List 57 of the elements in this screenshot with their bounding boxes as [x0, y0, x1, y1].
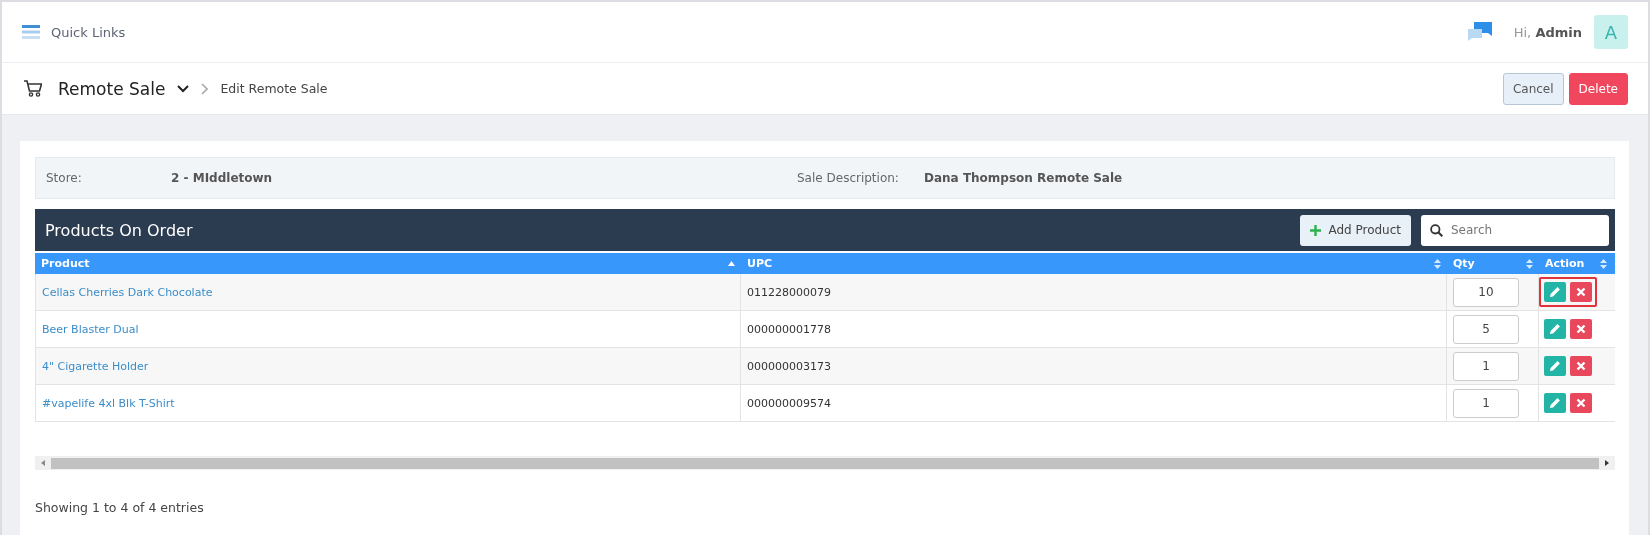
- cart-icon: [24, 80, 42, 97]
- user-avatar[interactable]: A: [1594, 15, 1628, 49]
- edit-button[interactable]: [1544, 282, 1566, 302]
- delete-button[interactable]: Delete: [1568, 72, 1628, 105]
- panel-title: Products On Order: [45, 220, 193, 240]
- quantity-field[interactable]: 10: [1453, 277, 1519, 307]
- product-link[interactable]: Cellas Cherries Dark Chocolate: [42, 285, 213, 299]
- table-cell: 000000009574: [747, 396, 831, 410]
- remove-button[interactable]: [1570, 356, 1592, 376]
- quantity-field[interactable]: 1: [1453, 388, 1519, 418]
- quantity-field[interactable]: 5: [1453, 314, 1519, 344]
- edit-button[interactable]: [1544, 356, 1566, 376]
- close-icon: [1576, 324, 1586, 334]
- chevron-right-icon: [201, 82, 209, 95]
- close-icon: [1576, 398, 1586, 408]
- horizontal-scrollbar[interactable]: [35, 456, 1615, 470]
- column-header[interactable]: Qty: [1447, 253, 1539, 274]
- pencil-icon: [1549, 286, 1561, 298]
- remove-button[interactable]: [1570, 393, 1592, 413]
- search-icon: [1430, 223, 1443, 237]
- quantity-field[interactable]: 1: [1453, 351, 1519, 381]
- table-cell: 000000001778: [747, 322, 831, 336]
- product-link[interactable]: 4" Cigarette Holder: [42, 359, 149, 373]
- pencil-icon: [1549, 323, 1561, 335]
- chevron-down-icon[interactable]: [177, 84, 190, 93]
- edit-button[interactable]: [1544, 319, 1566, 339]
- field-label: Store:: [46, 171, 83, 185]
- cancel-button[interactable]: Cancel: [1502, 72, 1564, 105]
- close-icon: [1576, 287, 1586, 297]
- field-value: Dana Thompson Remote Sale: [924, 171, 1123, 185]
- breadcrumb-text: Edit Remote Sale: [220, 81, 328, 96]
- table-cell: 011228000079: [747, 285, 831, 299]
- menu-icon[interactable]: [22, 25, 40, 39]
- add-product-button[interactable]: Add Product: [1300, 214, 1411, 246]
- scroll-right-icon[interactable]: [1605, 460, 1609, 466]
- greeting-text: Hi, Admin: [1513, 24, 1582, 40]
- plus-icon: [1310, 224, 1322, 236]
- remove-button[interactable]: [1570, 282, 1592, 302]
- field-label: Sale Description:: [797, 171, 900, 185]
- remove-button[interactable]: [1570, 319, 1592, 339]
- close-icon: [1576, 361, 1586, 371]
- page-title: Remote Sale: [58, 78, 166, 99]
- entries-info: Showing 1 to 4 of 4 entries: [35, 500, 205, 515]
- column-header[interactable]: UPC: [741, 253, 1447, 274]
- quick-links-link[interactable]: Quick Links: [51, 24, 126, 40]
- scroll-left-icon[interactable]: [41, 460, 45, 466]
- chat-icon[interactable]: [1467, 22, 1492, 42]
- search-field[interactable]: Search: [1421, 214, 1609, 246]
- pencil-icon: [1549, 397, 1561, 409]
- product-link[interactable]: Beer Blaster Dual: [42, 322, 139, 336]
- product-link[interactable]: #vapelife 4xl Blk T-Shirt: [42, 396, 175, 410]
- table-cell: 000000003173: [747, 359, 831, 373]
- column-header[interactable]: Action: [1539, 253, 1613, 274]
- column-header[interactable]: Product: [35, 253, 741, 274]
- pencil-icon: [1549, 360, 1561, 372]
- field-value: 2 - MIddletown: [171, 171, 273, 185]
- edit-button[interactable]: [1544, 393, 1566, 413]
